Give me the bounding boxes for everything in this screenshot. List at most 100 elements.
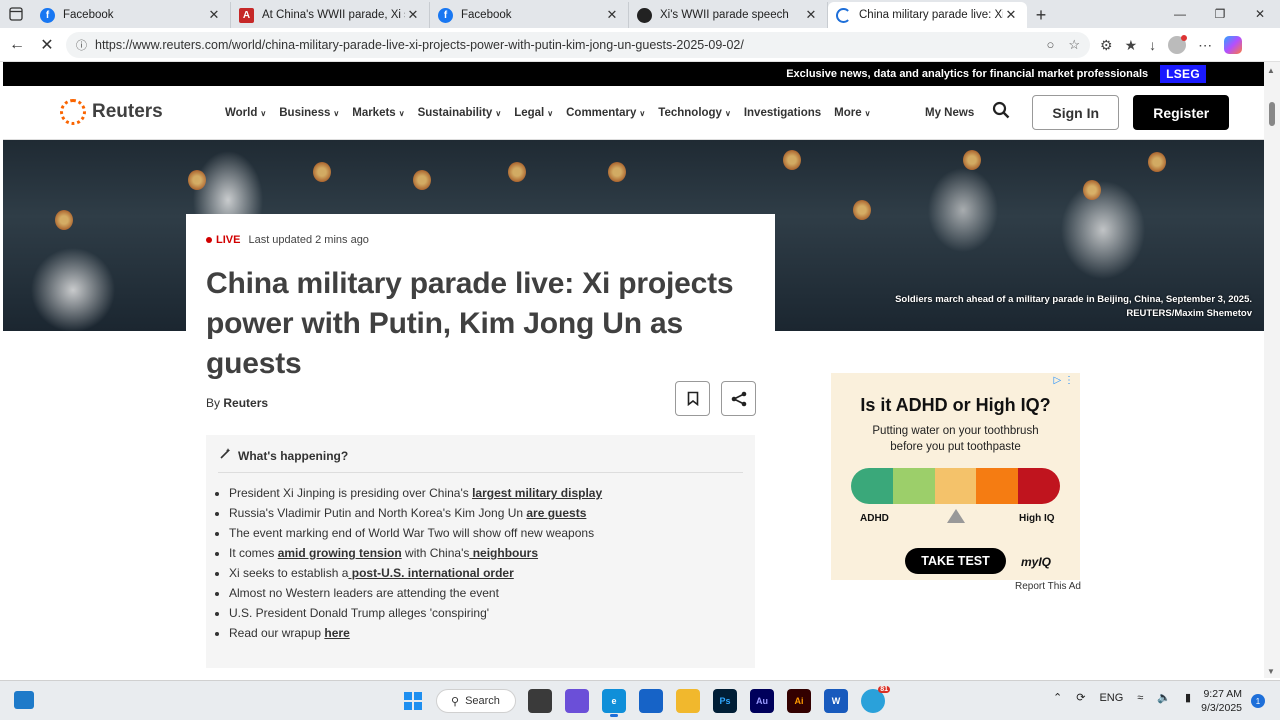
nav-item-business[interactable]: Business ∨ [279, 107, 339, 119]
list-item-link[interactable]: neighbours [469, 546, 538, 560]
store-icon[interactable] [639, 689, 663, 713]
ad-take-test-button[interactable]: TAKE TEST [905, 548, 1006, 574]
tab-close-icon[interactable]: ✕ [803, 7, 819, 23]
tab-close-icon[interactable]: ✕ [1003, 7, 1019, 23]
stop-loading-button[interactable]: ✕ [32, 35, 62, 55]
list-item: The event marking end of World War Two w… [229, 523, 743, 543]
report-ad-link[interactable]: Report This Ad [1015, 581, 1081, 592]
loading-icon [836, 7, 851, 23]
nav-item-label: Markets [352, 107, 396, 119]
restore-button[interactable]: ❐ [1200, 0, 1240, 28]
volume-icon[interactable]: 🔈 [1157, 691, 1171, 704]
ad-scale-segment [1018, 468, 1060, 504]
audition-icon[interactable]: Au [750, 689, 774, 713]
list-item-link[interactable]: largest military display [472, 486, 602, 500]
file-explorer-icon[interactable] [676, 689, 700, 713]
back-button[interactable]: ← [2, 36, 32, 54]
sign-in-button[interactable]: Sign In [1032, 95, 1120, 130]
favorites-icon[interactable]: ★ [1125, 37, 1138, 54]
clock-date: 9/3/2025 [1201, 702, 1242, 714]
my-news-link[interactable]: My News [925, 107, 974, 119]
page-scrollbar[interactable]: ▲ ▼ [1264, 62, 1280, 678]
wifi-icon[interactable]: ≈ [1137, 692, 1143, 704]
url-text[interactable]: https://www.reuters.com/world/china-mili… [95, 38, 1046, 52]
site-info-icon[interactable]: ⓘ [76, 37, 87, 53]
tab-close-icon[interactable]: ✕ [405, 7, 421, 23]
chevron-down-icon: ∨ [333, 109, 340, 118]
profile-avatar[interactable] [1168, 35, 1188, 54]
advertisement[interactable]: ▷ ⋮ Is it ADHD or High IQ? Putting water… [831, 373, 1080, 580]
tray-chevron-icon[interactable]: ⌃ [1053, 691, 1062, 704]
clock[interactable]: 9:27 AM 9/3/2025 [1196, 687, 1242, 715]
list-item-link[interactable]: are guests [526, 506, 586, 520]
tab-close-icon[interactable]: ✕ [604, 7, 620, 23]
facebook-icon: f [438, 7, 453, 23]
more-menu-icon[interactable]: ⋯ [1198, 37, 1212, 54]
browser-tab[interactable]: Xi's WWII parade speech ✕ [629, 2, 828, 28]
new-tab-button[interactable]: + [1027, 2, 1055, 28]
url-bar[interactable]: ⓘ https://www.reuters.com/world/china-mi… [66, 32, 1090, 58]
ad-scale-segment [934, 468, 977, 504]
list-item-link[interactable]: post-U.S. international order [348, 566, 514, 580]
start-button[interactable] [404, 692, 422, 710]
nav-item-commentary[interactable]: Commentary ∨ [566, 107, 645, 119]
browser-tab[interactable]: f Facebook ✕ [32, 2, 231, 28]
battery-icon[interactable]: ▮ [1185, 691, 1191, 704]
byline-author[interactable]: Reuters [223, 396, 268, 410]
list-item-text: It comes [229, 546, 278, 560]
byline: By Reuters [206, 396, 755, 410]
nav-item-investigations[interactable]: Investigations [744, 107, 821, 119]
task-view-icon[interactable] [528, 689, 552, 713]
nav-item-technology[interactable]: Technology ∨ [658, 107, 731, 119]
telegram-icon[interactable]: 81 [861, 686, 890, 713]
search-icon[interactable] [992, 101, 1010, 124]
tab-actions-icon[interactable] [0, 0, 32, 28]
nav-item-label: World [225, 107, 258, 119]
reuters-logo[interactable]: Reuters [60, 99, 163, 125]
tab-close-icon[interactable]: ✕ [206, 7, 222, 23]
taskbar-search[interactable]: ⚲ Search [436, 689, 516, 713]
word-icon[interactable]: W [824, 689, 848, 713]
nav-item-world[interactable]: World ∨ [225, 107, 266, 119]
list-item-text: with China's [401, 546, 470, 560]
illustrator-icon[interactable]: Ai [787, 689, 811, 713]
bookmark-button[interactable] [675, 381, 710, 416]
list-item-link[interactable]: amid growing tension [278, 546, 402, 560]
scroll-down-icon[interactable]: ▼ [1267, 667, 1275, 676]
notification-count[interactable]: 1 [1251, 694, 1265, 708]
minimize-button[interactable]: — [1160, 0, 1200, 28]
extensions-icon[interactable]: ⚙ [1100, 37, 1113, 54]
copilot-icon[interactable] [1224, 36, 1243, 54]
lseg-logo[interactable]: LSEG [1160, 65, 1206, 83]
nav-item-markets[interactable]: Markets ∨ [352, 107, 404, 119]
scrollbar-thumb[interactable] [1269, 102, 1275, 126]
browser-tab[interactable]: China military parade live: Xi proj✕ [828, 2, 1027, 28]
share-button[interactable] [721, 381, 756, 416]
nav-item-legal[interactable]: Legal ∨ [514, 107, 553, 119]
scroll-up-icon[interactable]: ▲ [1267, 66, 1275, 75]
browser-tab[interactable]: f Facebook ✕ [430, 2, 629, 28]
copilot-app-icon[interactable] [565, 689, 589, 713]
list-item-link[interactable]: here [324, 626, 349, 640]
browser-tab[interactable]: A At China's WWII parade, Xi sa ✕ [231, 2, 430, 28]
list-item: Almost no Western leaders are attending … [229, 583, 743, 603]
article-headline: China military parade live: Xi projects … [206, 267, 734, 380]
photoshop-icon[interactable]: Ps [713, 689, 737, 713]
list-item: Russia's Vladimir Putin and North Korea'… [229, 503, 743, 523]
reading-mode-icon[interactable]: ○ [1046, 37, 1054, 53]
close-window-button[interactable]: ✕ [1240, 0, 1280, 28]
language-indicator[interactable]: ENG [1099, 692, 1123, 704]
nav-item-sustainability[interactable]: Sustainability ∨ [418, 107, 502, 119]
ad-subtext-line2: before you put toothpaste [890, 441, 1021, 453]
favorite-star-icon[interactable]: ☆ [1068, 37, 1080, 53]
ad-label-right: High IQ [1019, 513, 1055, 524]
pro-banner[interactable]: Exclusive news, data and analytics for f… [3, 62, 1264, 86]
sync-icon[interactable]: ⟳ [1076, 691, 1085, 704]
downloads-icon[interactable]: ↓ [1149, 37, 1156, 53]
list-item: President Xi Jinping is presiding over C… [229, 483, 743, 503]
register-button[interactable]: Register [1133, 95, 1230, 130]
widgets-icon[interactable] [14, 691, 34, 709]
adchoices-icon[interactable]: ▷ ⋮ [1054, 375, 1074, 386]
nav-item-more[interactable]: More ∨ [834, 107, 870, 119]
edge-icon[interactable]: e [602, 689, 626, 717]
